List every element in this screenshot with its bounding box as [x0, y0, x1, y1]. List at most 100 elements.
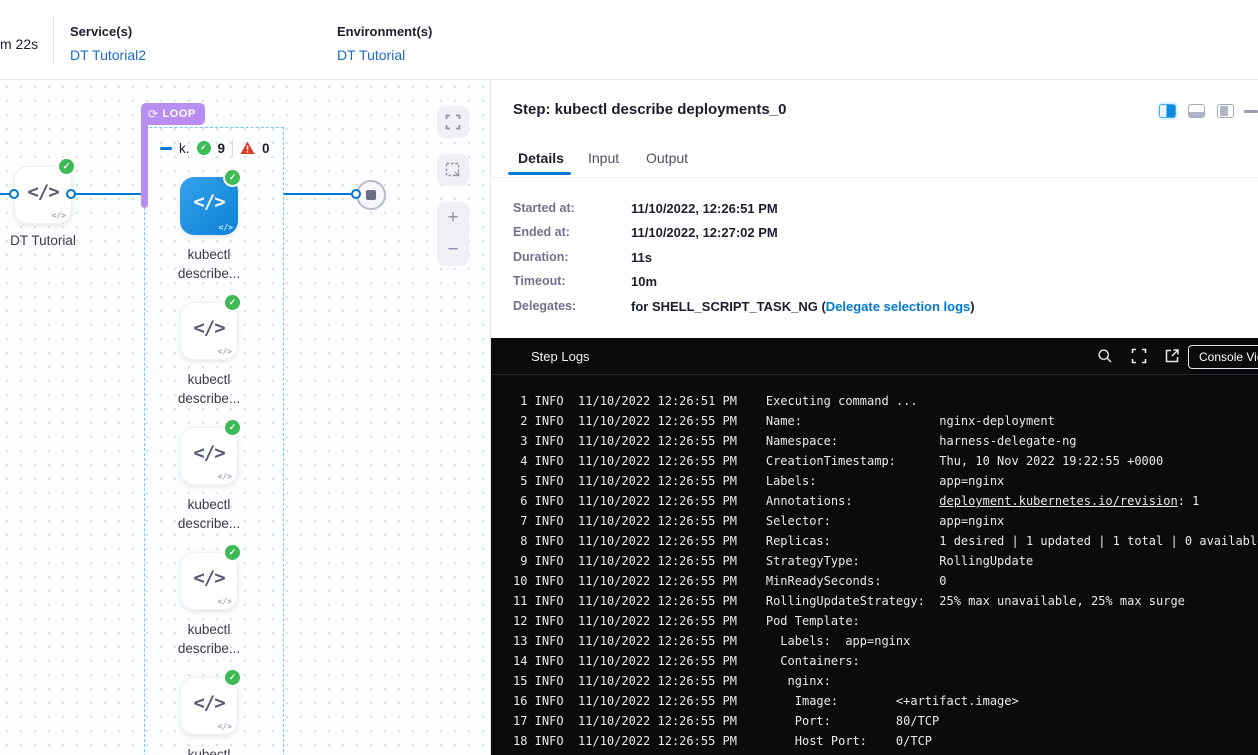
fullscreen-icon — [445, 114, 461, 130]
detail-row-duration: Duration: 11s — [513, 250, 1233, 266]
environments-block: Environment(s) DT Tutorial — [337, 23, 432, 63]
detail-label: Ended at: — [513, 225, 570, 239]
execution-header-bar: m 22s Service(s) DT Tutorial2 Environmen… — [0, 0, 1258, 80]
header-divider — [53, 16, 54, 64]
log-line: 11 INFO 11/10/2022 12:26:55 PM RollingUp… — [513, 591, 1258, 611]
delegate-selection-logs-link[interactable]: Delegate selection logs — [826, 299, 971, 314]
success-count-icon: ✓ — [197, 141, 211, 155]
success-check-icon: ✓ — [225, 295, 240, 310]
expand-logs-icon[interactable] — [1131, 348, 1147, 364]
node-port — [66, 189, 76, 199]
tab-output[interactable]: Output — [646, 150, 688, 166]
node-port — [9, 189, 19, 199]
loop-icon: ⟳ — [148, 107, 159, 121]
script-type-icon: </> — [218, 597, 232, 606]
detail-row-delegates: Delegates: for SHELL_SCRIPT_TASK_NG (Del… — [513, 299, 1233, 315]
log-line: 15 INFO 11/10/2022 12:26:55 PM nginx: — [513, 671, 1258, 691]
detail-label: Delegates: — [513, 299, 576, 313]
step-node-kubectl-describe[interactable]: </></> — [180, 302, 238, 360]
detail-row-started: Started at: 11/10/2022, 12:26:51 PM — [513, 201, 1233, 217]
detail-row-timeout: Timeout: 10m — [513, 274, 1233, 290]
layout-bottom-view-icon[interactable] — [1188, 104, 1205, 118]
step-logs-header: Step Logs Console View — [491, 338, 1258, 375]
zoom-out-button[interactable]: − — [437, 234, 469, 266]
tab-details[interactable]: Details — [518, 150, 564, 166]
delegate-value-prefix: for SHELL_SCRIPT_TASK_NG ( — [631, 299, 826, 314]
step-logs-panel: Step Logs Console View 1 INFO 11/10/2022… — [490, 338, 1258, 755]
log-line: 6 INFO 11/10/2022 12:26:55 PM Annotation… — [513, 491, 1258, 511]
log-line: 14 INFO 11/10/2022 12:26:55 PM Container… — [513, 651, 1258, 671]
services-label: Service(s) — [70, 24, 132, 39]
layout-block — [1220, 106, 1228, 116]
minimize-panel-icon[interactable] — [1244, 110, 1258, 113]
success-check-icon: ✓ — [225, 420, 240, 435]
detail-value: 11/10/2022, 12:27:02 PM — [631, 225, 778, 240]
fit-to-screen-button[interactable] — [437, 154, 469, 186]
tab-input[interactable]: Input — [588, 150, 619, 166]
services-block: Service(s) DT Tutorial2 — [70, 23, 146, 63]
detail-value: for SHELL_SCRIPT_TASK_NG (Delegate selec… — [631, 299, 975, 314]
code-icon: </> — [180, 191, 238, 213]
layout-split-view-icon[interactable] — [1159, 104, 1176, 118]
code-icon: </> — [181, 442, 237, 464]
log-line: 12 INFO 11/10/2022 12:26:55 PM Pod Templ… — [513, 611, 1258, 631]
script-type-icon: </> — [52, 211, 66, 220]
fit-selection-icon — [445, 162, 461, 178]
detail-label: Started at: — [513, 201, 575, 215]
log-line: 3 INFO 11/10/2022 12:26:55 PM Namespace:… — [513, 431, 1258, 451]
success-count: 9 — [218, 141, 226, 156]
success-check-icon: ✓ — [59, 159, 74, 174]
search-icon[interactable] — [1097, 348, 1113, 364]
count-divider — [232, 140, 233, 157]
console-view-button[interactable]: Console View — [1188, 345, 1258, 369]
detail-value: 10m — [631, 274, 657, 289]
script-type-icon: </> — [219, 223, 233, 232]
log-line: 2 INFO 11/10/2022 12:26:55 PM Name: ngin… — [513, 411, 1258, 431]
zoom-controls: + − — [437, 202, 469, 266]
success-check-icon: ✓ — [225, 670, 240, 685]
step-node-kubectl-describe[interactable]: </></> — [180, 677, 238, 735]
log-line: 16 INFO 11/10/2022 12:26:55 PM Image: <+… — [513, 691, 1258, 711]
zoom-in-button[interactable]: + — [437, 202, 469, 234]
success-check-icon: ✓ — [225, 170, 240, 185]
step-panel-title: Step: kubectl describe deployments_0 — [513, 101, 786, 118]
detail-row-ended: Ended at: 11/10/2022, 12:27:02 PM — [513, 225, 1233, 241]
flow-line — [71, 193, 144, 195]
code-icon: </> — [15, 181, 71, 203]
log-line: 18 INFO 11/10/2022 12:26:55 PM Host Port… — [513, 731, 1258, 751]
open-in-new-tab-icon[interactable] — [1164, 348, 1180, 364]
layout-side-view-icon[interactable] — [1217, 104, 1234, 118]
tabs-bottom-border — [491, 177, 1258, 178]
loop-group-name: k. — [179, 141, 190, 156]
log-line: 4 INFO 11/10/2022 12:26:55 PM CreationTi… — [513, 451, 1258, 471]
loop-badge-label: LOOP — [163, 108, 196, 120]
step-logs-title: Step Logs — [531, 349, 590, 364]
detail-label: Timeout: — [513, 274, 566, 288]
log-line: 8 INFO 11/10/2022 12:26:55 PM Replicas: … — [513, 531, 1258, 551]
step-node-kubectl-describe[interactable]: </> </> — [180, 177, 238, 235]
loop-accent-bar — [141, 122, 148, 208]
log-line: 5 INFO 11/10/2022 12:26:55 PM Labels: ap… — [513, 471, 1258, 491]
environments-label: Environment(s) — [337, 24, 432, 39]
step-node-kubectl-describe[interactable]: </></> — [180, 427, 238, 485]
log-lines[interactable]: 1 INFO 11/10/2022 12:26:51 PM Executing … — [513, 375, 1258, 755]
delegate-value-suffix: ) — [970, 299, 974, 314]
step-details-panel: Step: kubectl describe deployments_0 Det… — [490, 80, 1258, 338]
environment-link[interactable]: DT Tutorial — [337, 47, 432, 63]
detail-value: 11/10/2022, 12:26:51 PM — [631, 201, 778, 216]
log-annotation-link: deployment.kubernetes.io/revision — [939, 494, 1177, 508]
log-line: 13 INFO 11/10/2022 12:26:55 PM Labels: a… — [513, 631, 1258, 651]
fullscreen-canvas-button[interactable] — [437, 106, 469, 138]
log-line: 17 INFO 11/10/2022 12:26:55 PM Port: 80/… — [513, 711, 1258, 731]
execution-duration: m 22s — [0, 36, 38, 52]
pipeline-graph-canvas[interactable]: ⟳ LOOP k. ✓ 9 0 </> </> ✓ DT Tutorial </… — [0, 80, 490, 755]
stage-node-dt-tutorial[interactable]: </> </> — [14, 166, 72, 224]
log-line: 1 INFO 11/10/2022 12:26:51 PM Executing … — [513, 391, 1258, 411]
service-link[interactable]: DT Tutorial2 — [70, 47, 146, 63]
step-node-kubectl-describe[interactable]: </> </> — [180, 552, 238, 610]
loop-badge: ⟳ LOOP — [141, 103, 205, 125]
collapse-loop-icon[interactable] — [160, 147, 172, 150]
success-check-icon: ✓ — [225, 545, 240, 560]
detail-value: 11s — [631, 250, 652, 265]
code-icon: </> — [181, 567, 237, 589]
